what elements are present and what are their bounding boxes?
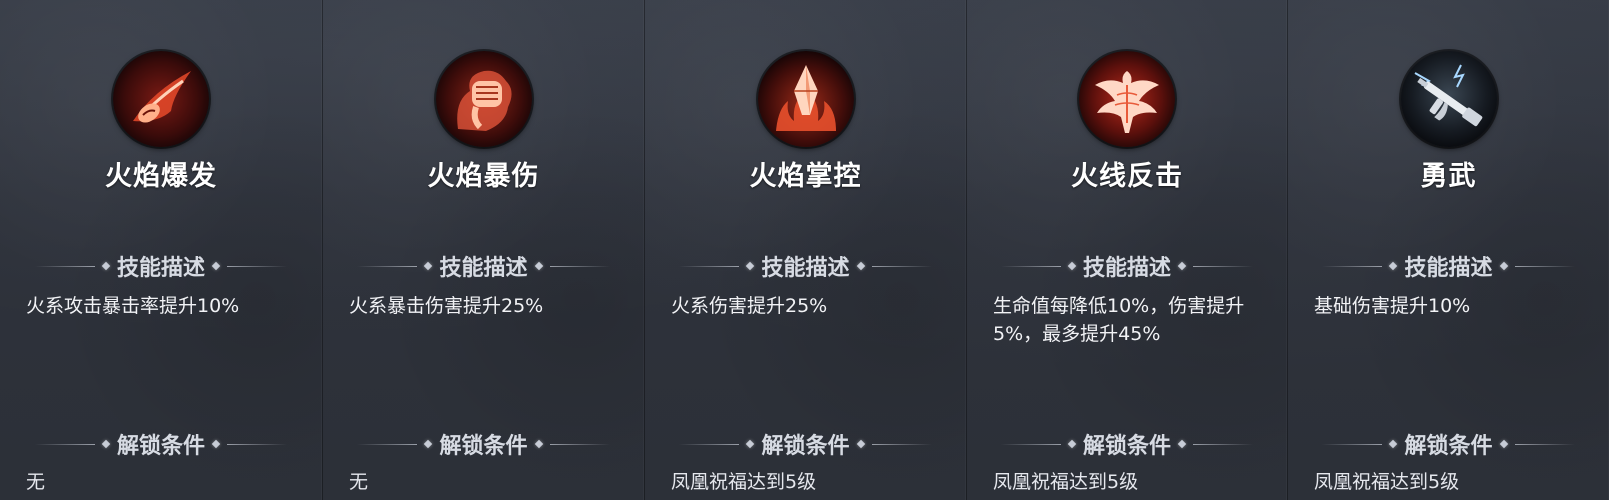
diamond-icon xyxy=(534,261,543,271)
diamond-icon xyxy=(424,261,433,271)
divider-line xyxy=(679,443,740,445)
skill-card-5[interactable]: 勇武 技能描述 基础伤害提升10% 解锁条件 凤凰祝福达到5级 xyxy=(1288,0,1609,500)
divider-line xyxy=(871,443,932,445)
diamond-icon xyxy=(1389,439,1398,449)
divider-line xyxy=(1322,265,1383,267)
unlock-header: 解锁条件 xyxy=(323,428,644,460)
diamond-icon xyxy=(746,439,755,449)
skill-description: 火系伤害提升25% xyxy=(671,295,828,317)
unlock-header: 解锁条件 xyxy=(0,428,322,460)
unlock-header-label: 解锁条件 xyxy=(116,434,205,459)
unlock-header-label: 解锁条件 xyxy=(1404,434,1493,459)
description-header-label: 技能描述 xyxy=(1082,256,1171,281)
diamond-icon xyxy=(211,261,221,271)
skill-name: 火焰暴伤 xyxy=(427,161,540,192)
skill-name: 火焰掌控 xyxy=(749,161,862,192)
flame-fist-icon[interactable] xyxy=(435,51,532,147)
skill-name: 勇武 xyxy=(1420,161,1477,192)
flame-crystal-icon[interactable] xyxy=(757,51,854,147)
unlock-header-label: 解锁条件 xyxy=(761,434,850,459)
divider-line xyxy=(1193,265,1253,267)
divider-line xyxy=(1000,443,1061,445)
skill-description: 生命值每降低10%，伤害提升5%，最多提升45% xyxy=(993,295,1245,345)
skill-card-1[interactable]: 火焰爆发 技能描述 火系攻击暴击率提升10% 解锁条件 无 xyxy=(0,0,323,500)
divider-line xyxy=(227,265,287,267)
diamond-icon xyxy=(1067,261,1077,271)
divider-line xyxy=(1514,265,1575,267)
rifle-icon[interactable] xyxy=(1400,51,1497,147)
description-header: 技能描述 xyxy=(0,250,322,282)
unlock-condition: 无 xyxy=(26,471,46,493)
skill-card-2[interactable]: 火焰暴伤 技能描述 火系暴击伤害提升25% 解锁条件 无 xyxy=(323,0,645,500)
divider-line xyxy=(1000,265,1061,267)
diamond-icon xyxy=(101,439,111,449)
diamond-icon xyxy=(534,439,543,449)
unlock-condition: 凤凰祝福达到5级 xyxy=(1314,471,1460,493)
diamond-icon xyxy=(211,439,221,449)
divider-line xyxy=(357,443,418,445)
divider-line xyxy=(1514,443,1575,445)
description-header: 技能描述 xyxy=(645,250,966,282)
description-header: 技能描述 xyxy=(1288,250,1609,282)
diamond-icon xyxy=(1499,261,1508,271)
diamond-icon xyxy=(1499,439,1508,449)
description-header-label: 技能描述 xyxy=(761,256,850,281)
divider-line xyxy=(34,265,95,267)
skill-name: 火线反击 xyxy=(1071,161,1183,192)
diamond-icon xyxy=(101,261,111,271)
divider-line xyxy=(871,265,932,267)
divider-line xyxy=(679,265,740,267)
unlock-header-label: 解锁条件 xyxy=(1082,434,1171,459)
unlock-header: 解锁条件 xyxy=(645,428,966,460)
skill-name: 火焰爆发 xyxy=(105,161,217,192)
description-header: 技能描述 xyxy=(323,250,644,282)
skill-card-3[interactable]: 火焰掌控 技能描述 火系伤害提升25% 解锁条件 凤凰祝福达到5级 xyxy=(645,0,967,500)
description-header-label: 技能描述 xyxy=(116,256,205,281)
diamond-icon xyxy=(856,261,865,271)
divider-line xyxy=(34,443,95,445)
skill-card-4[interactable]: 火线反击 技能描述 生命值每降低10%，伤害提升5%，最多提升45% 解锁条件 … xyxy=(967,0,1288,500)
diamond-icon xyxy=(746,261,755,271)
divider-line xyxy=(1322,443,1383,445)
flame-burst-icon[interactable] xyxy=(113,51,209,147)
unlock-header: 解锁条件 xyxy=(967,428,1287,460)
divider-line xyxy=(549,265,610,267)
description-header-label: 技能描述 xyxy=(1404,256,1493,281)
divider-line xyxy=(1193,443,1253,445)
unlock-header: 解锁条件 xyxy=(1288,428,1609,460)
unlock-condition: 无 xyxy=(349,471,369,493)
unlock-condition: 凤凰祝福达到5级 xyxy=(993,471,1139,493)
unlock-condition: 凤凰祝福达到5级 xyxy=(671,471,817,493)
divider-line xyxy=(357,265,418,267)
skill-description: 火系暴击伤害提升25% xyxy=(349,295,544,317)
diamond-icon xyxy=(424,439,433,449)
skill-board: 火焰爆发 技能描述 火系攻击暴击率提升10% 解锁条件 无 火焰暴伤 技能描述 … xyxy=(0,0,1609,500)
skill-description: 基础伤害提升10% xyxy=(1314,295,1471,317)
diamond-icon xyxy=(1177,261,1187,271)
unlock-header-label: 解锁条件 xyxy=(439,434,528,459)
diamond-icon xyxy=(1177,439,1187,449)
description-header-label: 技能描述 xyxy=(439,256,528,281)
skill-description: 火系攻击暴击率提升10% xyxy=(26,295,240,317)
phoenix-icon[interactable] xyxy=(1079,51,1175,147)
description-header: 技能描述 xyxy=(967,250,1287,282)
divider-line xyxy=(227,443,287,445)
diamond-icon xyxy=(1389,261,1398,271)
diamond-icon xyxy=(1067,439,1077,449)
divider-line xyxy=(549,443,610,445)
diamond-icon xyxy=(856,439,865,449)
